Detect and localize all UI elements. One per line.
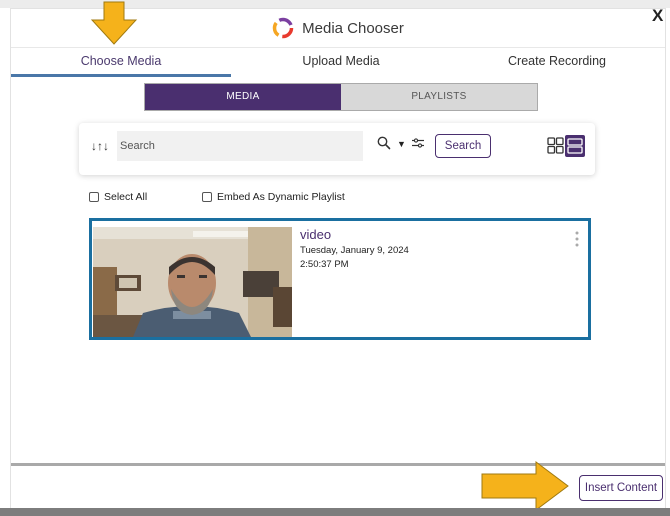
select-all-checkbox[interactable]: Select All — [89, 191, 147, 203]
video-thumbnail[interactable] — [93, 227, 292, 337]
chevron-down-icon[interactable]: ▼ — [397, 139, 406, 149]
search-input[interactable] — [117, 131, 363, 161]
search-button[interactable]: Search — [435, 134, 491, 158]
tab-upload-media[interactable]: Upload Media — [231, 48, 451, 78]
media-type-toggle: MEDIA PLAYLISTS — [144, 83, 538, 111]
select-all-box[interactable] — [89, 192, 99, 202]
media-item-card[interactable]: video Tuesday, January 9, 2024 2:50:37 P… — [89, 218, 591, 340]
search-panel: ↓↑↓ ▼ Search — [79, 123, 595, 175]
media-toggle-button[interactable]: MEDIA — [145, 84, 341, 110]
media-date: Tuesday, January 9, 2024 — [300, 245, 409, 256]
sort-icon[interactable]: ↓↑↓ — [91, 139, 109, 153]
list-view-icon[interactable] — [565, 135, 585, 157]
tab-create-recording[interactable]: Create Recording — [447, 48, 667, 78]
select-all-label: Select All — [104, 191, 148, 203]
embed-dynamic-playlist-box[interactable] — [202, 192, 212, 202]
active-tab-indicator — [11, 74, 231, 77]
insert-content-button[interactable]: Insert Content — [579, 475, 663, 501]
search-icon[interactable] — [377, 136, 391, 150]
down-arrow-callout — [90, 1, 138, 45]
embed-dynamic-playlist-label: Embed As Dynamic Playlist — [217, 191, 345, 203]
grid-view-icon[interactable] — [547, 137, 564, 154]
media-chooser-dialog: Media Chooser Choose Media Upload Media … — [10, 8, 666, 509]
media-title[interactable]: video — [300, 227, 331, 242]
playlists-toggle-button[interactable]: PLAYLISTS — [341, 84, 537, 110]
media-chooser-logo-icon — [272, 17, 294, 39]
bottom-strip — [0, 508, 670, 516]
close-icon[interactable]: X — [652, 6, 663, 26]
tab-bar: Choose Media Upload Media Create Recordi… — [11, 47, 665, 77]
filter-icon[interactable] — [411, 136, 425, 150]
more-options-icon[interactable] — [574, 231, 580, 249]
right-arrow-callout — [481, 461, 569, 511]
embed-dynamic-playlist-checkbox[interactable]: Embed As Dynamic Playlist — [202, 191, 345, 203]
dialog-title: Media Chooser — [302, 19, 404, 37]
media-time: 2:50:37 PM — [300, 259, 349, 270]
